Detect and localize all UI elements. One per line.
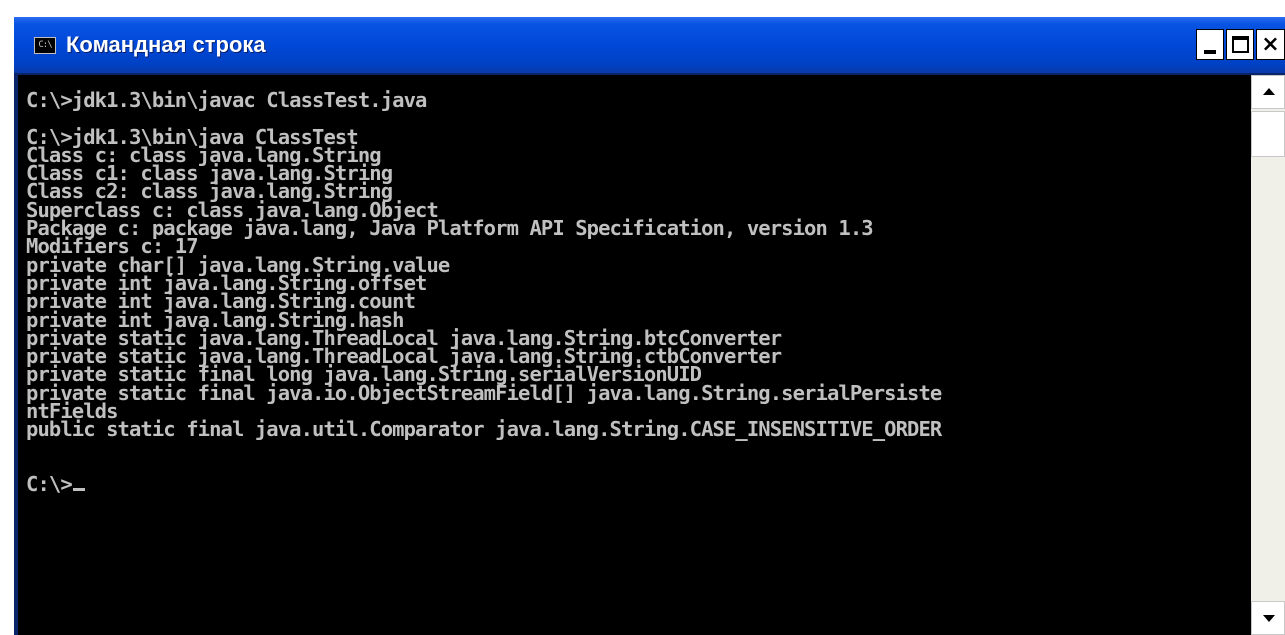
arrow-down-icon <box>1263 615 1275 622</box>
console-line: public static final java.util.Comparator… <box>26 417 942 442</box>
minimize-icon <box>1204 50 1216 54</box>
close-button[interactable]: × <box>1256 29 1285 60</box>
maximize-button[interactable] <box>1226 29 1254 60</box>
command-prompt: C:\> <box>26 472 73 497</box>
window-title: Командная строка <box>66 32 266 57</box>
console-line: C:\>jdk1.3\bin\javac ClassTest.java <box>26 88 427 112</box>
console-output[interactable]: C:\>jdk1.3\bin\javac ClassTest.java C:\>… <box>18 75 1251 635</box>
minimize-button[interactable] <box>1196 29 1224 60</box>
vertical-scrollbar[interactable] <box>1251 75 1285 635</box>
title-bar[interactable]: C:\ Командная строка × <box>14 17 1285 73</box>
maximize-icon <box>1232 36 1249 53</box>
scroll-down-button[interactable] <box>1251 601 1285 635</box>
text-cursor <box>72 488 85 492</box>
console-text: C:\>jdk1.3\bin\javac ClassTest.java C:\>… <box>26 88 942 497</box>
arrow-up-icon <box>1263 88 1275 95</box>
scroll-up-button[interactable] <box>1251 75 1285 109</box>
command-prompt-window: C:\ Командная строка × C:\>jdk1.3\bin\ja… <box>14 17 1285 635</box>
close-icon: × <box>1261 32 1280 57</box>
console-line: private static final java.io.ObjectStrea… <box>26 380 942 405</box>
cmd-icon[interactable]: C:\ <box>34 37 56 54</box>
scrollbar-thumb[interactable] <box>1251 111 1285 157</box>
